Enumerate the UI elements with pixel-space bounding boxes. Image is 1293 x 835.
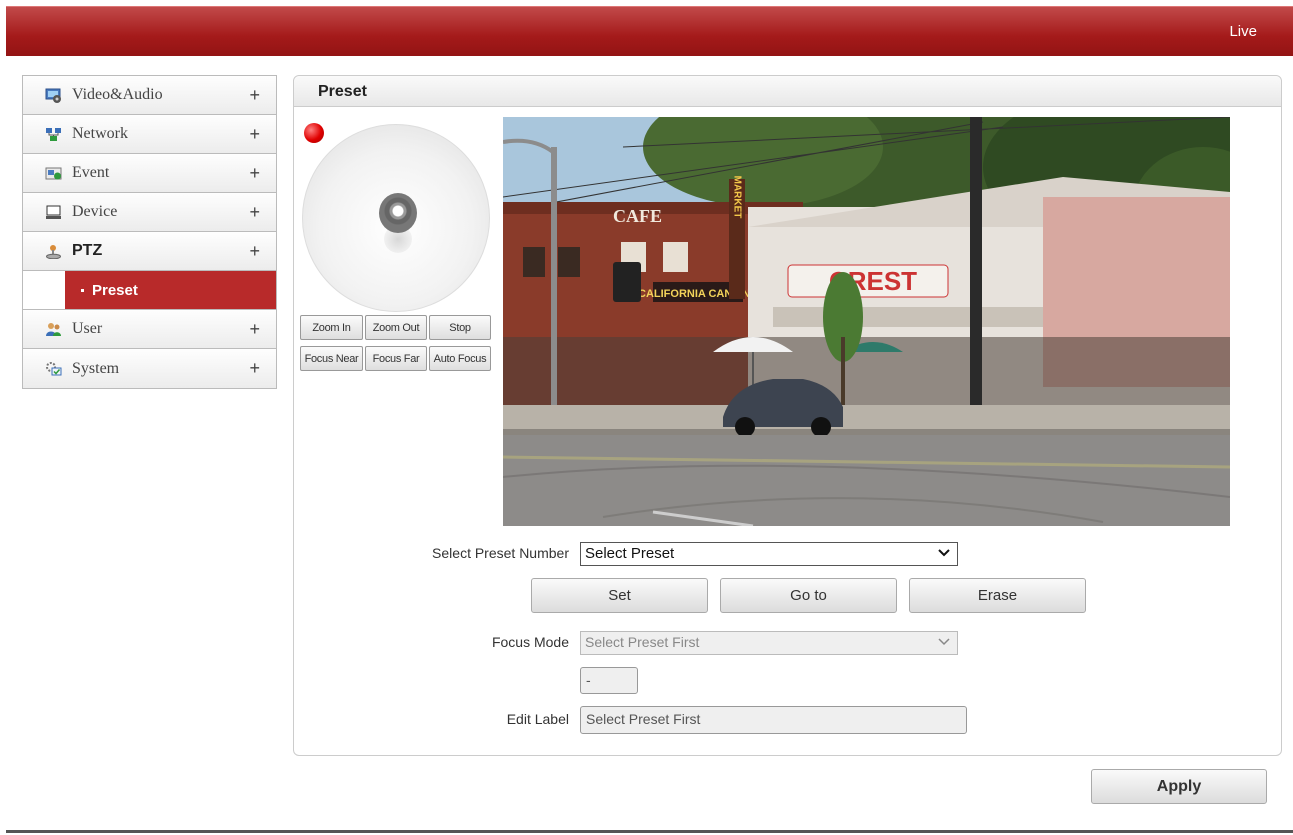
sidebar-item-label: PTZ (72, 242, 103, 259)
focus-far-button[interactable]: Focus Far (365, 346, 427, 371)
preset-select-value: Select Preset (585, 545, 675, 562)
bullet-icon (81, 288, 84, 292)
sidebar-item-ptz[interactable]: PTZ + (23, 232, 276, 271)
sidebar-item-device[interactable]: Device + (23, 193, 276, 232)
record-indicator-icon[interactable] (304, 123, 324, 143)
apply-button[interactable]: Apply (1091, 769, 1267, 804)
focus-mode-label: Focus Mode (491, 634, 569, 650)
expand-icon[interactable]: + (249, 241, 260, 262)
sidebar: Video&Audio + Network + Event + Device + (22, 75, 277, 389)
chevron-down-icon (938, 549, 950, 557)
expand-icon[interactable]: + (249, 85, 260, 106)
stop-button[interactable]: Stop (429, 315, 491, 340)
ptz-icon (45, 244, 62, 259)
expand-icon[interactable]: + (249, 202, 260, 223)
edit-label-label: Edit Label (506, 711, 569, 727)
panel-header: Preset (294, 76, 1281, 107)
live-video-feed[interactable]: CALIFORNIA CANTINA CAFE MARKET CREST (503, 117, 1230, 526)
selected-highlight: Preset (65, 271, 276, 309)
focus-value-field[interactable]: - (580, 667, 638, 694)
sidebar-item-label: Device (72, 203, 118, 220)
preset-panel: Preset Zoom In Zoom Out Stop Focus Near … (293, 75, 1282, 756)
user-icon (45, 322, 62, 337)
goto-button[interactable]: Go to (720, 578, 897, 613)
sidebar-item-user[interactable]: User + (23, 310, 276, 349)
sidebar-subitem-label: Preset (92, 281, 138, 299)
focus-mode-value: Select Preset First (585, 634, 700, 650)
page-title: Preset (318, 83, 367, 100)
edit-label-input[interactable]: Select Preset First (580, 706, 967, 734)
sidebar-item-network[interactable]: Network + (23, 115, 276, 154)
sidebar-item-system[interactable]: System + (23, 349, 276, 388)
zoom-in-button[interactable]: Zoom In (300, 315, 363, 340)
sidebar-item-video-audio[interactable]: Video&Audio + (23, 76, 276, 115)
chevron-down-icon (938, 638, 950, 646)
top-bar: Live (6, 6, 1293, 56)
cafe-sign: CAFE (613, 206, 662, 226)
focus-near-button[interactable]: Focus Near (300, 346, 363, 371)
set-button[interactable]: Set (531, 578, 708, 613)
preset-number-select[interactable]: Select Preset (580, 542, 958, 566)
focus-mode-select[interactable]: Select Preset First (580, 631, 958, 655)
sidebar-item-label: System (72, 359, 120, 377)
expand-icon[interactable]: + (249, 124, 260, 145)
sidebar-item-event[interactable]: Event + (23, 154, 276, 193)
sidebar-item-label: Network (72, 125, 128, 142)
market-sign: MARKET (732, 176, 743, 219)
sidebar-item-label: Video&Audio (72, 86, 163, 103)
video-audio-icon (45, 88, 62, 103)
network-icon (45, 127, 62, 142)
sidebar-subitem-preset[interactable]: Preset (23, 271, 276, 310)
auto-focus-button[interactable]: Auto Focus (429, 346, 491, 371)
live-link[interactable]: Live (1229, 23, 1257, 40)
zoom-out-button[interactable]: Zoom Out (365, 315, 427, 340)
expand-icon[interactable]: + (249, 319, 260, 340)
select-preset-label: Select Preset Number (432, 545, 569, 561)
expand-icon[interactable]: + (249, 163, 260, 184)
device-icon (45, 205, 62, 220)
ptz-joystick[interactable] (302, 124, 490, 312)
bottom-divider (6, 830, 1293, 833)
sidebar-item-label: User (72, 320, 103, 337)
street-scene-image: CALIFORNIA CANTINA CAFE MARKET CREST (503, 117, 1230, 526)
joystick-knob[interactable] (379, 193, 417, 233)
system-icon (45, 361, 62, 376)
app-frame: Live Video&Audio + Network + Event + Dev… (6, 0, 1293, 835)
event-icon (45, 166, 62, 181)
sidebar-item-label: Event (72, 164, 110, 181)
erase-button[interactable]: Erase (909, 578, 1086, 613)
expand-icon[interactable]: + (249, 358, 260, 379)
